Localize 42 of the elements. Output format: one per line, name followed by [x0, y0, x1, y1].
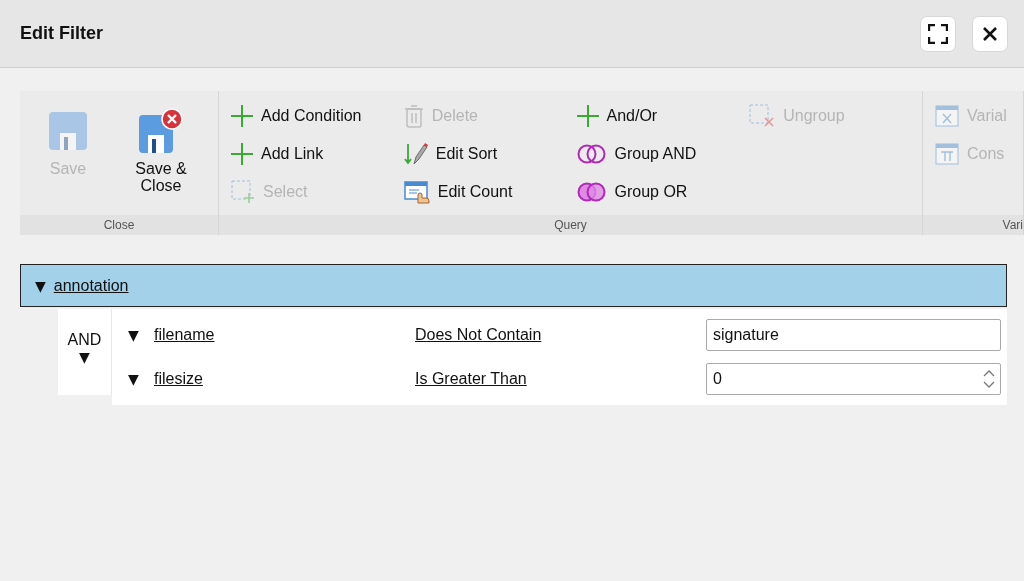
overlapping-rings-icon	[576, 143, 607, 165]
filled-rings-icon	[576, 181, 607, 203]
number-field[interactable]: 0	[706, 363, 1001, 395]
add-button[interactable]: Add Condition	[231, 101, 404, 131]
condition-toggle[interactable]: ▼	[128, 371, 146, 387]
group-label: Vari	[1002, 218, 1023, 232]
operator-link[interactable]: Is Greater Than	[415, 370, 527, 387]
save-close-button[interactable]: Save & Close	[125, 101, 197, 194]
count-button[interactable]: Edit Count	[403, 177, 577, 207]
group-button[interactable]: Group AND	[576, 139, 750, 169]
entity-link[interactable]: annotation	[53, 276, 129, 295]
operator-link[interactable]: Does Not Contain	[415, 326, 542, 343]
field-link[interactable]: filesize	[154, 370, 415, 388]
logic-toggle[interactable]: ▼	[79, 349, 90, 365]
value-field[interactable]: signature	[706, 319, 1001, 351]
arrow-pencil-icon	[403, 142, 428, 166]
add-button[interactable]: And/Or	[576, 101, 750, 131]
condition-toggle[interactable]: ▼	[128, 327, 146, 343]
maximize-button[interactable]	[920, 15, 956, 52]
logic-operator: AND	[67, 331, 102, 349]
expand-toggle[interactable]: ▼	[35, 277, 46, 294]
plus-icon	[231, 143, 253, 165]
sort-button[interactable]: Edit Sort	[403, 139, 577, 169]
window-title: Edit Filter	[20, 23, 103, 44]
close-icon	[982, 25, 998, 42]
plus-icon	[576, 105, 599, 127]
pi-icon	[935, 142, 959, 166]
dashed-box-x-icon	[749, 104, 776, 128]
group-button[interactable]: Group OR	[576, 177, 750, 207]
field-link[interactable]: filename	[154, 326, 415, 344]
maximize-icon	[928, 23, 948, 44]
plus-icon	[231, 105, 253, 127]
spin-arrows-icon	[983, 368, 995, 390]
group-label: Close	[103, 218, 135, 232]
group-label: Query	[554, 218, 587, 232]
function-x-icon	[935, 104, 959, 128]
dashed-box-plus-icon	[231, 180, 255, 204]
add-button[interactable]: Add Link	[231, 139, 404, 169]
floppy-disk-with-x-icon	[138, 108, 184, 154]
trash-can-icon	[403, 104, 424, 128]
close-button[interactable]	[972, 15, 1008, 52]
window-hand-icon	[403, 180, 430, 204]
